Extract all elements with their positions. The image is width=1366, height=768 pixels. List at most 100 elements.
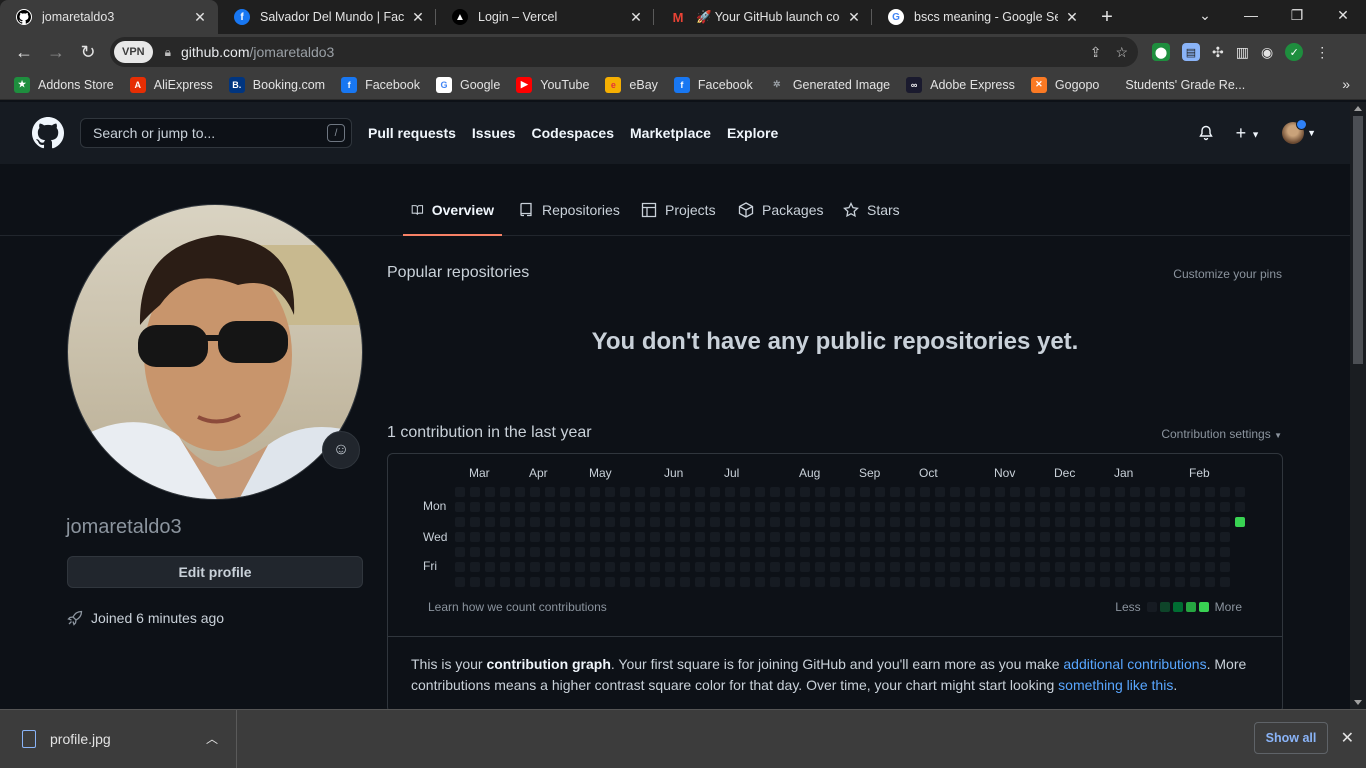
contribution-day-active[interactable] xyxy=(1235,517,1245,527)
contribution-day[interactable] xyxy=(485,487,495,497)
contribution-day[interactable] xyxy=(1160,487,1170,497)
contribution-day[interactable] xyxy=(935,577,945,587)
contribution-day[interactable] xyxy=(1025,562,1035,572)
contribution-day[interactable] xyxy=(815,502,825,512)
contribution-day[interactable] xyxy=(1070,532,1080,542)
contribution-day[interactable] xyxy=(725,547,735,557)
contribution-day[interactable] xyxy=(830,547,840,557)
contribution-day[interactable] xyxy=(470,487,480,497)
contribution-day[interactable] xyxy=(830,577,840,587)
contribution-day[interactable] xyxy=(920,547,930,557)
contribution-day[interactable] xyxy=(620,562,630,572)
contribution-day[interactable] xyxy=(455,487,465,497)
contribution-day[interactable] xyxy=(1160,547,1170,557)
close-icon[interactable]: ✕ xyxy=(628,9,644,26)
contribution-day[interactable] xyxy=(1190,517,1200,527)
contribution-day[interactable] xyxy=(455,502,465,512)
contribution-day[interactable] xyxy=(1175,502,1185,512)
contribution-day[interactable] xyxy=(470,532,480,542)
contribution-day[interactable] xyxy=(605,562,615,572)
scrollbar-thumb[interactable] xyxy=(1353,116,1363,364)
contribution-day[interactable] xyxy=(1190,502,1200,512)
contribution-day[interactable] xyxy=(875,517,885,527)
contribution-day[interactable] xyxy=(605,547,615,557)
browser-tab[interactable]: f Salvador Del Mundo | Facebook ✕ xyxy=(218,0,436,34)
contribution-day[interactable] xyxy=(1085,547,1095,557)
contribution-day[interactable] xyxy=(845,487,855,497)
scroll-down-arrow-icon[interactable] xyxy=(1354,700,1362,705)
contribution-day[interactable] xyxy=(1190,487,1200,497)
contribution-day[interactable] xyxy=(485,517,495,527)
contribution-day[interactable] xyxy=(1205,562,1215,572)
contribution-day[interactable] xyxy=(1025,502,1035,512)
github-logo-icon[interactable] xyxy=(32,117,64,149)
contribution-day[interactable] xyxy=(860,517,870,527)
puzzle-icon[interactable]: ✣ xyxy=(1212,44,1224,61)
contribution-day[interactable] xyxy=(470,547,480,557)
contribution-day[interactable] xyxy=(530,532,540,542)
contribution-day[interactable] xyxy=(1130,487,1140,497)
contribution-day[interactable] xyxy=(1205,532,1215,542)
contribution-day[interactable] xyxy=(845,562,855,572)
contribution-day[interactable] xyxy=(620,547,630,557)
contribution-day[interactable] xyxy=(1085,502,1095,512)
contribution-day[interactable] xyxy=(635,532,645,542)
contribution-day[interactable] xyxy=(875,487,885,497)
contribution-day[interactable] xyxy=(1055,577,1065,587)
bookmark-item[interactable]: Students' Grade Re... xyxy=(1125,78,1245,92)
contribution-day[interactable] xyxy=(515,532,525,542)
additional-contributions-link[interactable]: additional contributions xyxy=(1063,656,1206,672)
contribution-day[interactable] xyxy=(1010,502,1020,512)
contribution-day[interactable] xyxy=(890,577,900,587)
contribution-day[interactable] xyxy=(830,562,840,572)
contribution-day[interactable] xyxy=(515,547,525,557)
contribution-day[interactable] xyxy=(755,502,765,512)
contribution-day[interactable] xyxy=(560,577,570,587)
user-menu[interactable]: ▼ xyxy=(1282,119,1316,144)
nav-codespaces[interactable]: Codespaces xyxy=(532,125,614,141)
contribution-day[interactable] xyxy=(1190,577,1200,587)
contribution-day[interactable] xyxy=(980,577,990,587)
contribution-day[interactable] xyxy=(620,532,630,542)
contribution-day[interactable] xyxy=(515,577,525,587)
contribution-day[interactable] xyxy=(920,577,930,587)
browser-tab[interactable]: jomaretaldo3 ✕ xyxy=(0,0,218,34)
contribution-day[interactable] xyxy=(635,547,645,557)
contribution-day[interactable] xyxy=(1070,487,1080,497)
contribution-day[interactable] xyxy=(455,547,465,557)
contribution-day[interactable] xyxy=(560,562,570,572)
contribution-day[interactable] xyxy=(1100,502,1110,512)
contribution-day[interactable] xyxy=(1025,517,1035,527)
contribution-day[interactable] xyxy=(455,577,465,587)
contribution-day[interactable] xyxy=(1070,577,1080,587)
document-extension-icon[interactable]: ▤ xyxy=(1182,43,1200,61)
contribution-day[interactable] xyxy=(785,547,795,557)
contribution-day[interactable] xyxy=(800,532,810,542)
contribution-day[interactable] xyxy=(590,517,600,527)
contribution-day[interactable] xyxy=(1025,547,1035,557)
bookmark-star-icon[interactable]: ☆ xyxy=(1115,44,1128,61)
profile-avatar[interactable] xyxy=(67,204,363,500)
contribution-day[interactable] xyxy=(545,577,555,587)
contribution-day[interactable] xyxy=(755,562,765,572)
contribution-day[interactable] xyxy=(575,577,585,587)
contribution-day[interactable] xyxy=(860,562,870,572)
contribution-day[interactable] xyxy=(980,487,990,497)
contribution-day[interactable] xyxy=(1145,502,1155,512)
contribution-day[interactable] xyxy=(725,517,735,527)
contribution-day[interactable] xyxy=(1055,487,1065,497)
close-icon[interactable]: ✕ xyxy=(1341,728,1354,748)
contribution-day[interactable] xyxy=(1130,532,1140,542)
contribution-day[interactable] xyxy=(605,532,615,542)
contribution-day[interactable] xyxy=(1235,502,1245,512)
set-status-smiley-icon[interactable]: ☺ xyxy=(322,431,360,469)
learn-contributions-link[interactable]: Learn how we count contributions xyxy=(428,600,607,614)
reload-button[interactable]: ↻ xyxy=(72,36,104,68)
contribution-day[interactable] xyxy=(710,487,720,497)
contribution-day[interactable] xyxy=(620,487,630,497)
contribution-day[interactable] xyxy=(680,562,690,572)
contribution-day[interactable] xyxy=(590,532,600,542)
contribution-day[interactable] xyxy=(1085,577,1095,587)
contribution-day[interactable] xyxy=(515,487,525,497)
contribution-day[interactable] xyxy=(1100,517,1110,527)
